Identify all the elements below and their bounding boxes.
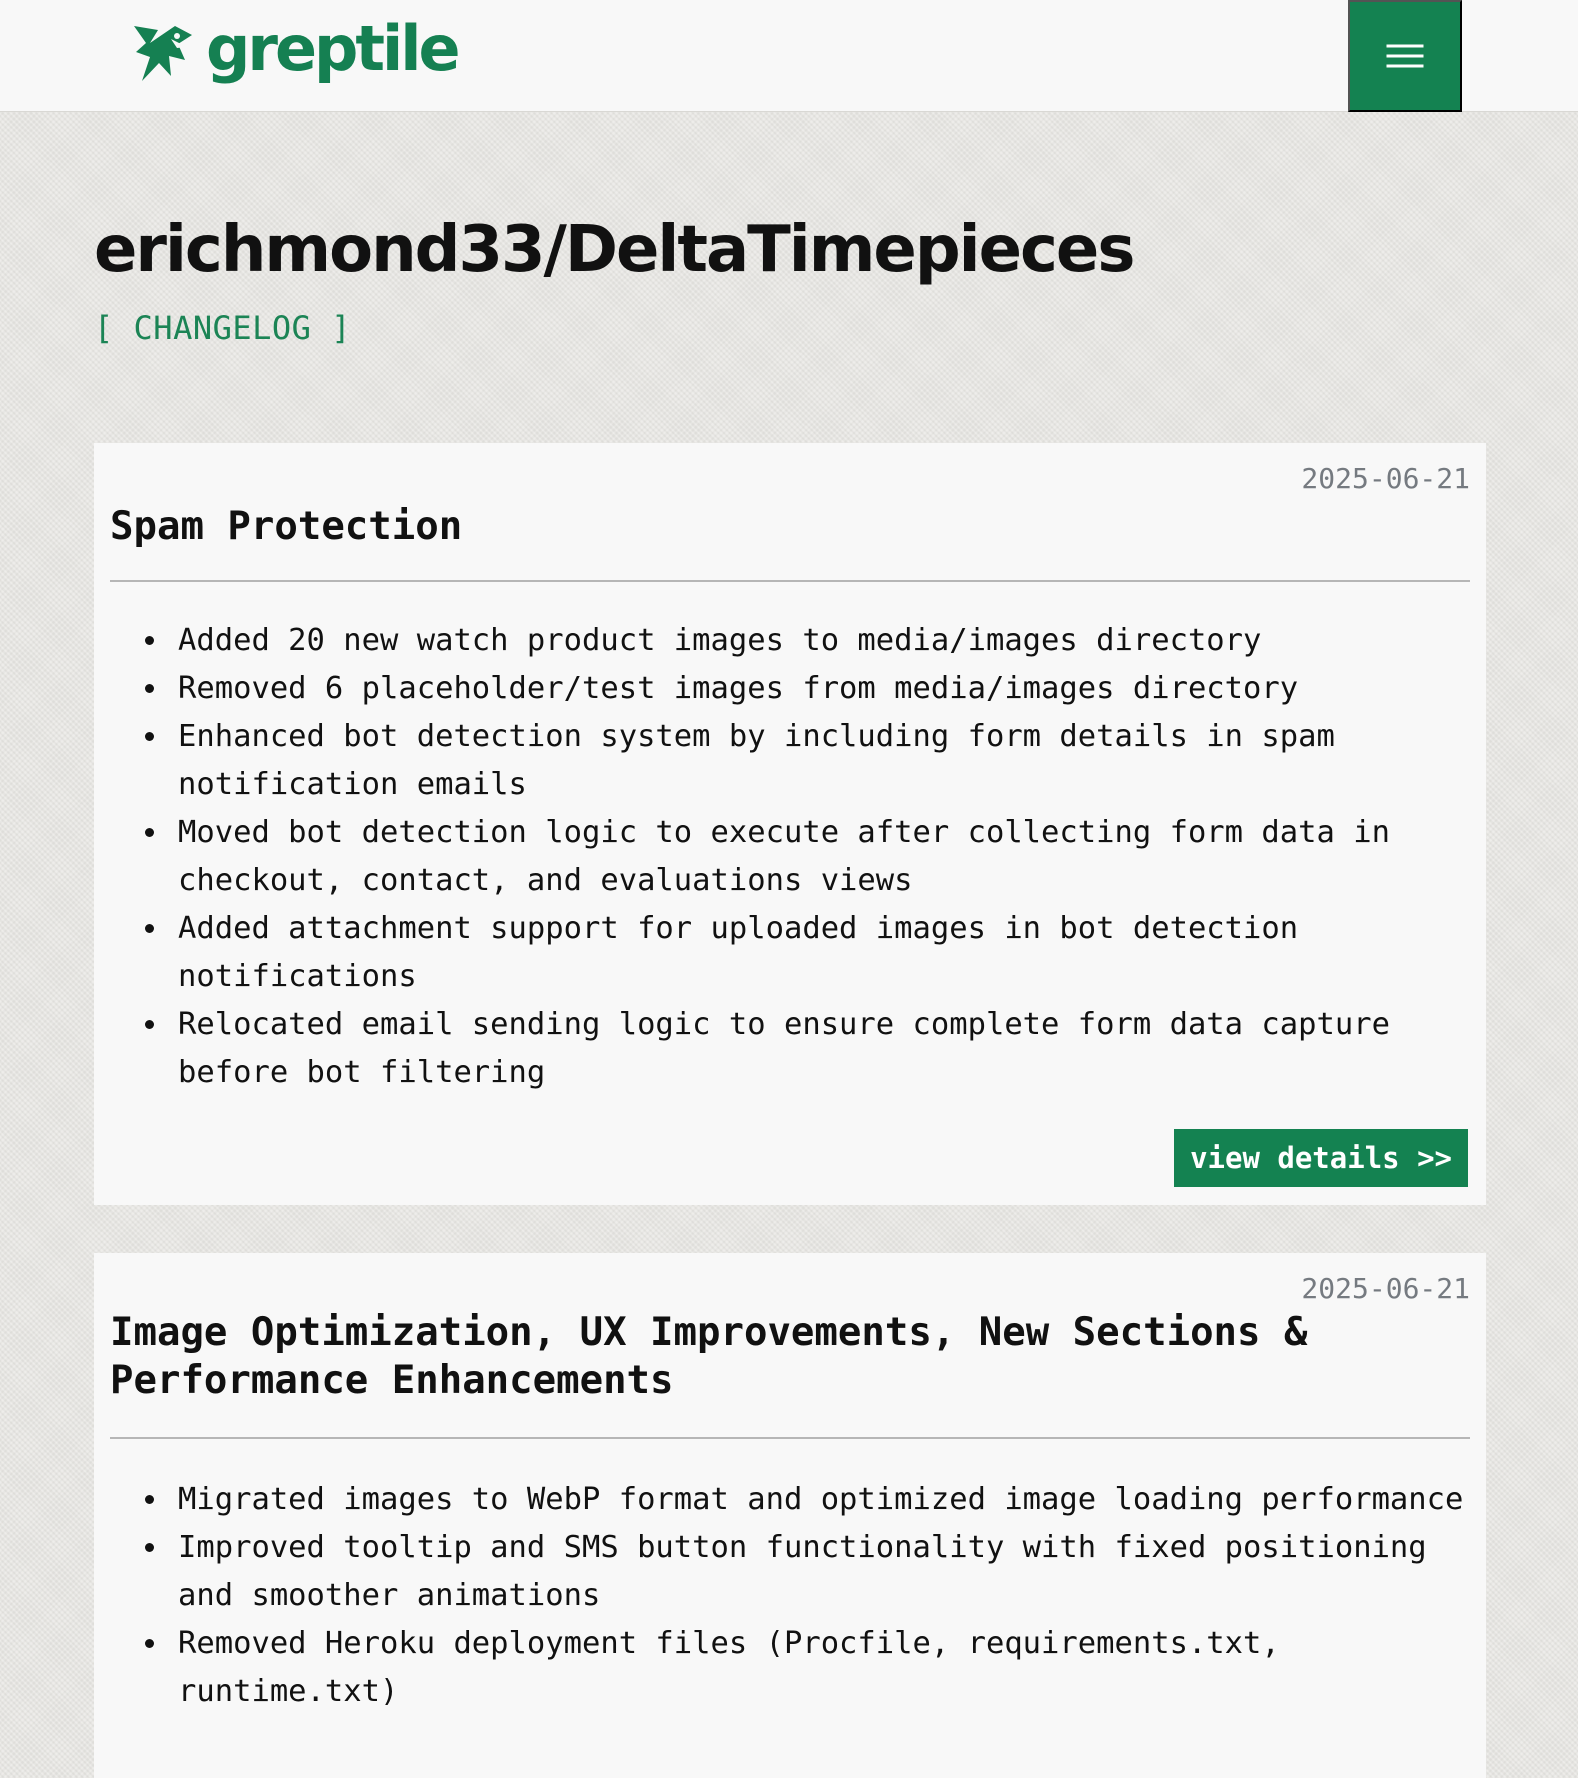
entry-date: 2025-06-21 [1301,1272,1470,1305]
entry-title: Image Optimization, UX Improvements, New… [110,1310,1308,1403]
change-list-item: Removed 6 placeholder/test images from m… [170,665,1488,713]
view-details-button[interactable]: view details >> [1174,1129,1468,1187]
change-list-item: Migrated images to WebP format and optim… [170,1476,1488,1524]
changelog-entry-image-optimization: 2025-06-21 Image Optimization, UX Improv… [94,1253,1486,1778]
change-list-item: Removed Heroku deployment files (Procfil… [170,1620,1488,1716]
change-list-item: Improved tooltip and SMS button function… [170,1524,1488,1620]
greptile-lizard-icon [132,18,194,84]
logo-wordmark: greptile [206,12,461,85]
menu-button[interactable] [1348,0,1462,112]
change-list: Migrated images to WebP format and optim… [148,1476,1488,1716]
change-list-item: Moved bot detection logic to execute aft… [170,809,1488,905]
hamburger-menu-icon [1386,42,1424,70]
changelog-heading: [ CHANGELOG ] [94,309,351,347]
greptile-logo[interactable]: greptile [132,12,461,85]
top-navigation-bar: greptile [0,0,1578,112]
entry-title: Spam Protection [110,504,463,549]
repository-title: erichmond33/DeltaTimepieces [94,213,1135,287]
change-list: Added 20 new watch product images to med… [148,617,1488,1097]
change-list-item: Enhanced bot detection system by includi… [170,713,1488,809]
change-list-item: Relocated email sending logic to ensure … [170,1001,1488,1097]
entry-divider [110,1437,1470,1439]
entry-date: 2025-06-21 [1301,462,1470,495]
entry-divider [110,580,1470,582]
changelog-entry-spam-protection: 2025-06-21 Spam Protection Added 20 new … [94,443,1486,1205]
change-list-item: Added 20 new watch product images to med… [170,617,1488,665]
change-list-item: Added attachment support for uploaded im… [170,905,1488,1001]
